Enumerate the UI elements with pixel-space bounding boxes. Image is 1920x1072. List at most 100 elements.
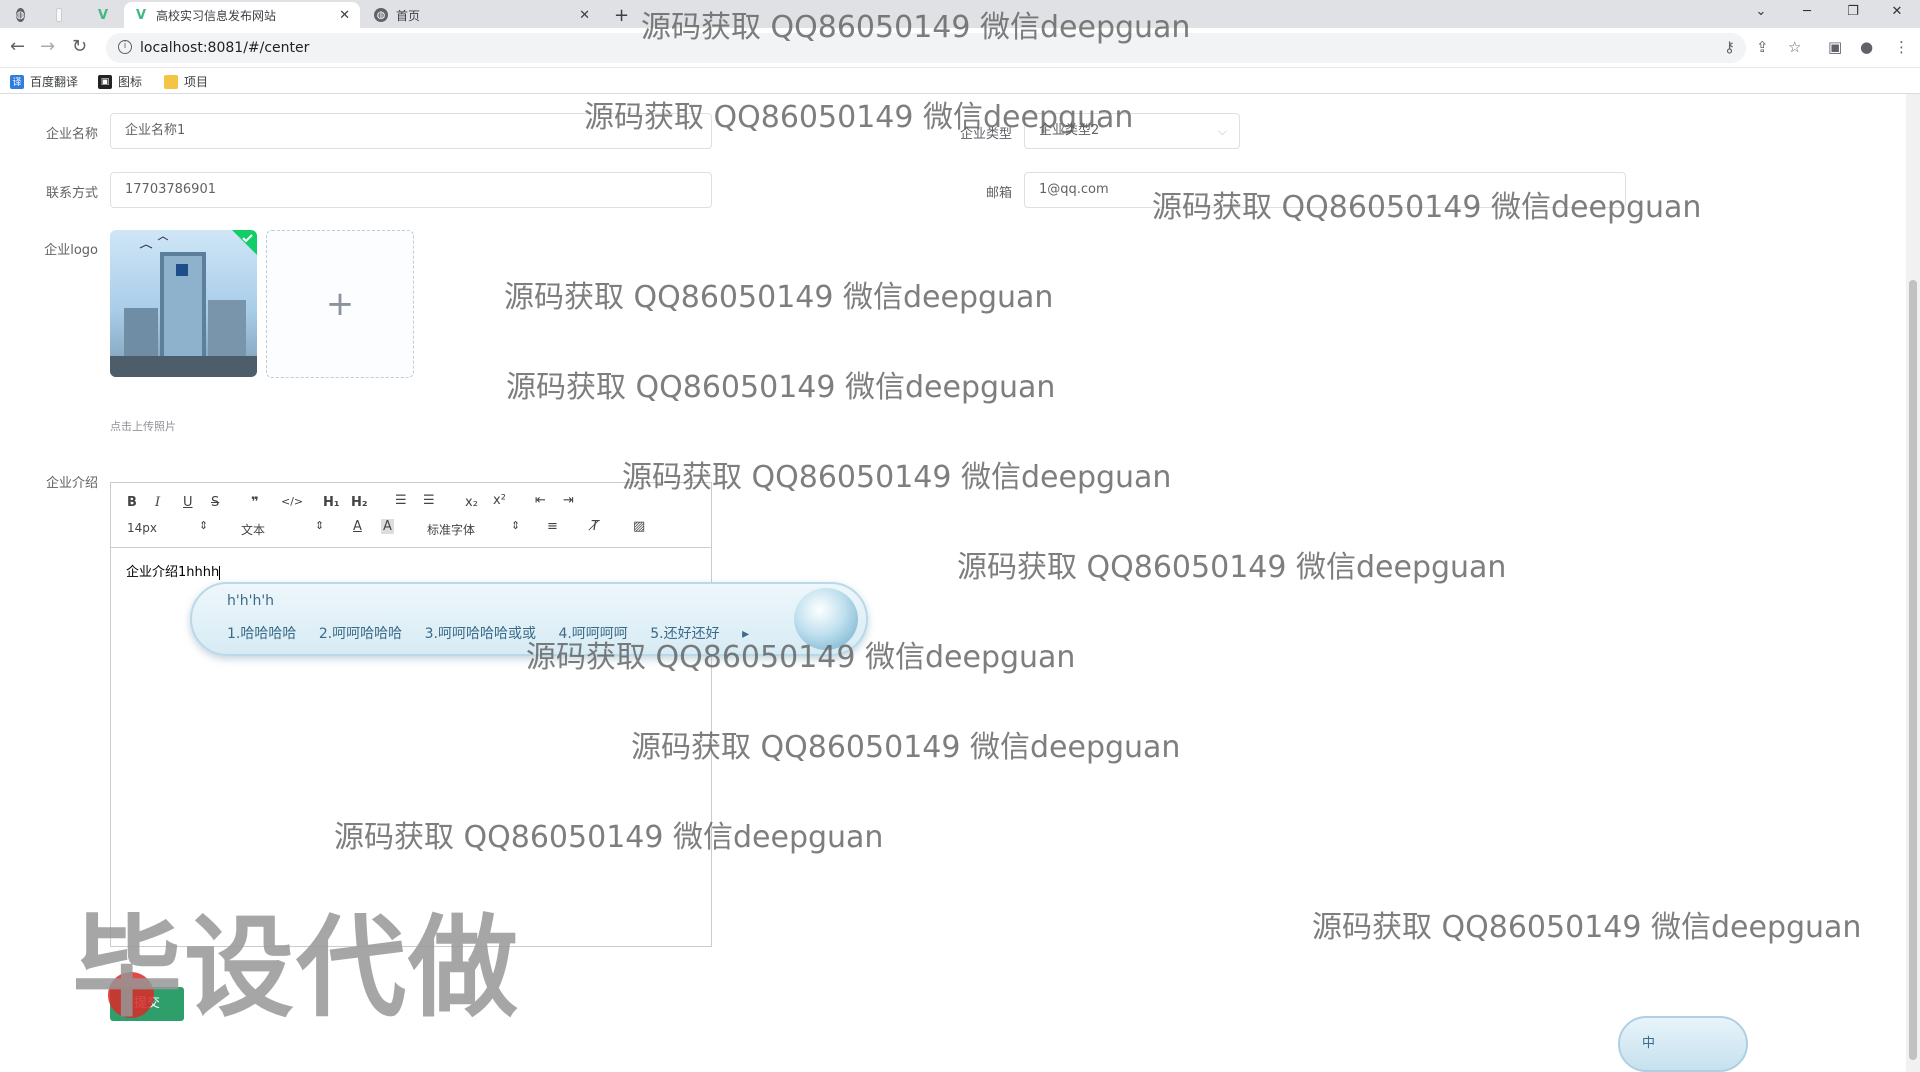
ime-candidate[interactable]: 2.呵呵哈哈哈: [319, 626, 402, 642]
tab-search-icon[interactable]: ⌄: [1738, 0, 1784, 22]
tab-pinned-1[interactable]: ◍: [6, 2, 40, 28]
watermark: 源码获取 QQ86050149 微信deepguan: [504, 280, 1054, 315]
translate-icon: 译: [10, 74, 24, 89]
icon-font-icon: ▣: [98, 74, 112, 89]
bookmark-label: 项目: [184, 75, 209, 89]
editor-toolbar: B I U S ❞ </> H₁ H₂ ☰ ☰ x₂ x² ⇤ ⇥ 14px ⇕…: [111, 483, 711, 548]
text-caret: [219, 565, 221, 580]
email-label: 邮箱: [985, 186, 1012, 201]
blank-page-icon: [56, 8, 62, 22]
new-tab-button[interactable]: +: [604, 2, 634, 28]
watermark: 源码获取 QQ86050149 微信deepguan: [631, 730, 1181, 765]
big-watermark: 毕设代做: [72, 904, 520, 1032]
indent-icon[interactable]: ⇥: [563, 493, 574, 508]
company-logo-image[interactable]: [110, 230, 257, 377]
editor-text: 企业介绍1hhhh: [126, 565, 220, 580]
watermark: 源码获取 QQ86050149 微信deepguan: [622, 460, 1172, 495]
bookmarks-bar: 译 百度翻译 ▣ 图标 项目: [0, 68, 1920, 94]
page-scrollbar[interactable]: [1906, 94, 1920, 1072]
bookmark-label: 图标: [118, 75, 143, 89]
strikethrough-icon[interactable]: S: [211, 495, 219, 510]
upload-tip: 点击上传照片: [110, 420, 176, 433]
back-icon[interactable]: ←: [10, 36, 25, 57]
block-format-updown-icon: ⇕: [315, 519, 325, 532]
logo-label: 企业logo: [44, 243, 98, 258]
watermark: 源码获取 QQ86050149 微信deepguan: [584, 100, 1134, 135]
globe-icon: ◍: [16, 8, 25, 22]
bookmark-item[interactable]: 译 百度翻译: [10, 73, 78, 90]
minimize-icon[interactable]: ─: [1784, 0, 1830, 22]
editor-content[interactable]: 企业介绍1hhhh: [126, 561, 221, 580]
close-tab-icon[interactable]: ✕: [339, 8, 350, 23]
menu-icon[interactable]: ⋮: [1894, 38, 1909, 56]
tab-pinned-3[interactable]: V: [88, 2, 122, 28]
font-family-updown-icon: ⇕: [511, 519, 521, 532]
background-color-icon[interactable]: A: [381, 519, 394, 534]
align-icon[interactable]: ≡: [547, 519, 558, 534]
key-icon[interactable]: ⚷: [1724, 38, 1735, 56]
vue-icon: V: [98, 7, 109, 23]
tab-pinned-2[interactable]: [46, 2, 80, 28]
restore-icon[interactable]: ❐: [1830, 0, 1876, 22]
vue-icon: V: [135, 7, 147, 23]
subscript-icon[interactable]: x₂: [465, 495, 478, 510]
watermark: 源码获取 QQ86050149 微信deepguan: [526, 640, 1076, 675]
logo-uploader[interactable]: +: [266, 230, 414, 378]
close-window-icon[interactable]: ✕: [1874, 0, 1920, 22]
close-tab-icon[interactable]: ✕: [579, 8, 590, 23]
superscript-icon[interactable]: x²: [493, 493, 506, 508]
underline-icon[interactable]: U: [183, 495, 193, 510]
outdent-icon[interactable]: ⇤: [535, 493, 546, 508]
clear-format-icon[interactable]: T̸: [591, 519, 599, 534]
ime-candidate[interactable]: 3.呵呵哈哈哈或或: [425, 626, 536, 642]
bookmark-item[interactable]: ▣ 图标: [98, 73, 142, 90]
ime-status-bar[interactable]: 中: [1618, 1016, 1748, 1072]
italic-icon[interactable]: I: [155, 495, 160, 510]
tab-title: 首页: [396, 8, 421, 23]
watermark: 源码获取 QQ86050149 微信deepguan: [1312, 910, 1862, 945]
image-icon[interactable]: ▨: [633, 519, 645, 534]
folder-icon: [164, 74, 178, 89]
forward-icon[interactable]: →: [40, 36, 55, 57]
star-icon[interactable]: ☆: [1788, 38, 1801, 56]
reload-icon[interactable]: ↻: [72, 36, 87, 57]
watermark: 源码获取 QQ86050149 微信deepguan: [334, 820, 884, 855]
tab-home[interactable]: ◍ 首页 ✕: [364, 2, 600, 28]
blockquote-icon[interactable]: ❞: [251, 495, 259, 510]
ime-mode: 中: [1642, 1036, 1656, 1051]
watermark: 源码获取 QQ86050149 微信deepguan: [506, 370, 1056, 405]
chevron-down-icon: ⌵: [1217, 124, 1227, 138]
url-text[interactable]: localhost:8081/#/center: [140, 40, 309, 56]
block-format-select[interactable]: 文本: [241, 521, 265, 538]
tab-active[interactable]: V 高校实习信息发布网站 ✕: [124, 2, 360, 28]
globe-icon: ◍: [374, 8, 388, 22]
font-family-select[interactable]: 标准字体: [427, 521, 475, 538]
bookmark-item[interactable]: 项目: [164, 73, 208, 90]
side-panel-icon[interactable]: ▣: [1828, 38, 1842, 56]
watermark: 源码获取 QQ86050149 微信deepguan: [1152, 190, 1702, 225]
bookmark-label: 百度翻译: [30, 75, 79, 89]
code-block-icon[interactable]: </>: [281, 495, 303, 508]
ordered-list-icon[interactable]: ☰: [395, 493, 407, 508]
contact-input[interactable]: 17703786901: [110, 172, 712, 208]
building-illustration: [110, 230, 257, 377]
company-name-label: 企业名称: [45, 127, 98, 142]
watermark: 源码获取 QQ86050149 微信deepguan: [641, 10, 1191, 45]
bold-icon[interactable]: B: [127, 495, 137, 510]
info-icon[interactable]: i: [118, 40, 132, 54]
header1-icon[interactable]: H₁: [323, 495, 340, 510]
plus-icon: +: [325, 284, 355, 324]
text-color-icon[interactable]: A: [353, 519, 362, 534]
font-size-updown-icon: ⇕: [199, 519, 209, 532]
share-icon[interactable]: ⇪: [1756, 38, 1769, 56]
contact-label: 联系方式: [45, 186, 98, 201]
scrollbar-thumb[interactable]: [1909, 280, 1917, 1060]
profile-icon[interactable]: ●: [1860, 38, 1873, 56]
intro-label: 企业介绍: [45, 476, 98, 491]
font-size-select[interactable]: 14px: [127, 521, 157, 535]
bullet-list-icon[interactable]: ☰: [423, 493, 435, 508]
tab-title: 高校实习信息发布网站: [156, 8, 277, 23]
ime-composition: h'h'h'h: [227, 593, 275, 609]
header2-icon[interactable]: H₂: [351, 495, 368, 510]
ime-candidate[interactable]: 1.哈哈哈哈: [227, 626, 296, 642]
